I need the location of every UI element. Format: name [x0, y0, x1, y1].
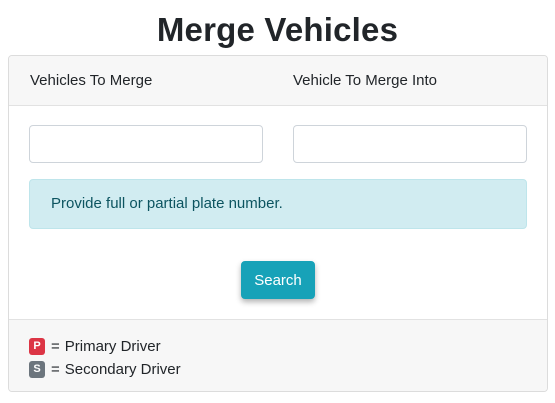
card-header: Vehicles To Merge Vehicle To Merge Into: [9, 56, 547, 106]
vehicles-to-merge-input[interactable]: [29, 125, 263, 163]
vehicle-to-merge-into-input[interactable]: [293, 125, 527, 163]
secondary-driver-text: Secondary Driver: [64, 360, 181, 378]
merge-card: Vehicles To Merge Vehicle To Merge Into …: [8, 55, 548, 392]
legend-separator: =: [51, 360, 60, 378]
secondary-driver-badge: S: [29, 360, 45, 378]
legend-separator: =: [51, 337, 60, 355]
page-title: Merge Vehicles: [156, 11, 399, 48]
vehicles-to-merge-label: Vehicles To Merge: [30, 72, 153, 89]
legend-secondary-driver: S = Secondary Driver: [29, 360, 181, 378]
legend-footer: P = Primary Driver S = Secondary Driver: [9, 319, 547, 391]
legend-primary-driver: P = Primary Driver: [29, 337, 161, 355]
vehicle-to-merge-into-label: Vehicle To Merge Into: [293, 72, 437, 89]
search-button[interactable]: Search: [241, 261, 315, 299]
info-alert: Provide full or partial plate number.: [29, 179, 527, 229]
primary-driver-text: Primary Driver: [64, 337, 161, 355]
primary-driver-badge: P: [29, 337, 45, 355]
card-body: Provide full or partial plate number. Se…: [9, 106, 547, 319]
